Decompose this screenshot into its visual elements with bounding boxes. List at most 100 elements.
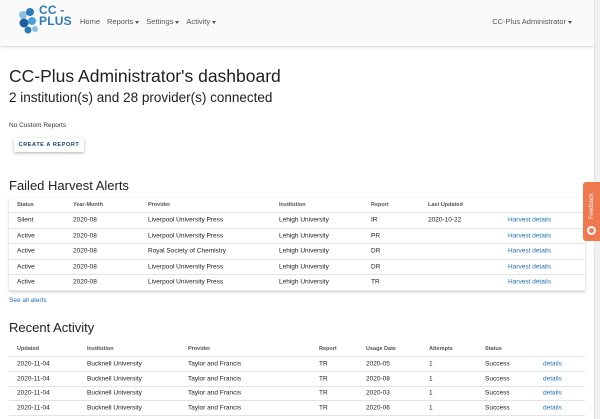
cell-provider: Taylor and Francis xyxy=(188,404,242,412)
cell-yearmonth: 2020-08 xyxy=(73,232,97,240)
feedback-icon xyxy=(587,226,596,235)
activity-details-link[interactable]: details xyxy=(543,360,562,367)
column-header[interactable]: Usage Date xyxy=(366,346,396,352)
top-navbar: CC - PLUS Home Reports Settings Activity… xyxy=(0,0,594,46)
table-row: Active 2020-08 Liverpool University Press L… xyxy=(9,229,585,244)
cell-institution: Lehigh University xyxy=(279,247,329,255)
cell-updated: 2020-10-22 xyxy=(428,216,462,224)
user-menu-label: CC-Plus Administrator xyxy=(492,17,566,26)
cell-status: Success xyxy=(485,389,510,397)
cell-provider: Liverpool University Press xyxy=(148,278,224,286)
cell-institution: Bucknell University xyxy=(87,389,142,397)
activity-details-link[interactable]: details xyxy=(543,375,562,382)
cell-status: Active xyxy=(17,278,35,286)
cell-updated: 2020-11-04 xyxy=(17,404,50,412)
cell-attempts: 1 xyxy=(429,360,433,368)
cell-report: DR xyxy=(371,247,381,255)
nav-home[interactable]: Home xyxy=(80,17,100,26)
column-header[interactable]: Status xyxy=(17,202,34,208)
cell-usage: 2020-06 xyxy=(366,404,390,412)
activity-heading: Recent Activity xyxy=(9,320,95,335)
cell-yearmonth: 2020-08 xyxy=(73,278,97,286)
table-row: Active 2020-08 Royal Society of Chemistry L… xyxy=(9,244,585,260)
main-nav: Home Reports Settings Activity xyxy=(80,17,217,26)
column-header[interactable]: Report xyxy=(319,346,337,352)
table-row: 2020-11-04 Bucknell University Taylor and … xyxy=(9,372,585,387)
column-header[interactable]: Updated xyxy=(17,346,39,352)
cell-report: IR xyxy=(371,216,378,224)
cell-institution: Bucknell University xyxy=(87,375,142,383)
cell-institution: Bucknell University xyxy=(87,404,142,412)
cell-institution: Lehigh University xyxy=(279,232,329,240)
feedback-tab[interactable]: Feedback xyxy=(583,182,600,241)
cell-provider: Taylor and Francis xyxy=(188,389,242,397)
create-report-button[interactable]: CREATE A REPORT xyxy=(14,138,84,152)
alerts-table: Status Year-Month Provider Institution Repor… xyxy=(9,198,585,291)
nav-settings[interactable]: Settings xyxy=(146,17,180,26)
cell-updated: 2020-11-04 xyxy=(17,389,50,397)
table-row: Silent 2020-08 Liverpool University Press L… xyxy=(9,213,585,229)
column-header[interactable]: Institution xyxy=(87,346,114,352)
cell-usage: 2020-08 xyxy=(366,375,390,383)
cell-yearmonth: 2020-08 xyxy=(73,263,97,271)
cell-provider: Royal Society of Chemistry xyxy=(148,247,227,255)
caret-down-icon xyxy=(135,20,140,24)
harvest-details-link[interactable]: Harvest details xyxy=(508,263,551,270)
column-header[interactable]: Provider xyxy=(188,346,210,352)
table-row: Active 2020-08 Liverpool University Press L… xyxy=(9,275,585,291)
cell-provider: Liverpool University Press xyxy=(148,263,224,271)
nav-settings-label: Settings xyxy=(146,17,174,26)
page-title: CC-Plus Administrator's dashboard xyxy=(9,66,281,86)
harvest-details-link[interactable]: Harvest details xyxy=(508,279,551,286)
column-header[interactable]: Last Updated xyxy=(428,202,463,208)
activity-details-link[interactable]: details xyxy=(543,405,562,412)
cell-status: Success xyxy=(485,404,510,412)
nav-activity-label: Activity xyxy=(186,17,211,26)
see-all-alerts-link[interactable]: See all alerts xyxy=(9,297,47,304)
cell-report: TR xyxy=(371,278,380,286)
cell-report: TR xyxy=(319,389,328,397)
column-header[interactable]: Provider xyxy=(148,202,170,208)
cell-status: Active xyxy=(17,232,35,240)
table-row: Active 2020-08 Liverpool University Press L… xyxy=(9,260,585,275)
harvest-details-link[interactable]: Harvest details xyxy=(508,217,551,224)
activity-details-link[interactable]: details xyxy=(543,390,562,397)
nav-reports[interactable]: Reports xyxy=(107,17,140,26)
cell-updated: 2020-11-04 xyxy=(17,360,50,368)
cell-status: Silent xyxy=(17,216,34,224)
cell-status: Success xyxy=(485,375,510,383)
column-header[interactable]: Status xyxy=(485,346,502,352)
cell-report: DR xyxy=(371,263,381,271)
cell-provider: Liverpool University Press xyxy=(148,232,224,240)
nav-activity[interactable]: Activity xyxy=(186,17,217,26)
user-menu[interactable]: CC-Plus Administrator xyxy=(492,17,572,26)
cell-report: PR xyxy=(371,232,381,240)
cell-report: TR xyxy=(319,404,328,412)
cell-provider: Liverpool University Press xyxy=(148,216,224,224)
cell-updated: 2020-11-04 xyxy=(17,375,50,383)
cell-provider: Taylor and Francis xyxy=(188,360,242,368)
harvest-details-link[interactable]: Harvest details xyxy=(508,248,551,255)
nav-reports-label: Reports xyxy=(107,17,134,26)
cell-usage: 2020-03 xyxy=(366,389,390,397)
column-header[interactable]: Year-Month xyxy=(73,202,103,208)
caret-down-icon xyxy=(568,20,572,24)
harvest-details-link[interactable]: Harvest details xyxy=(508,232,551,239)
column-header[interactable]: Report xyxy=(371,202,389,208)
cell-institution: Bucknell University xyxy=(87,360,142,368)
cell-usage: 2020-05 xyxy=(366,360,390,368)
caret-down-icon xyxy=(212,20,217,24)
cell-institution: Lehigh University xyxy=(279,263,329,271)
feedback-label: Feedback xyxy=(588,192,595,220)
caret-down-icon xyxy=(175,20,180,24)
column-header[interactable]: Attempts xyxy=(429,346,453,352)
column-header[interactable]: Institution xyxy=(279,202,306,208)
cell-status: Success xyxy=(485,360,510,368)
activity-table: Updated Institution Provider Report Usage Da… xyxy=(9,341,585,417)
cell-provider: Taylor and Francis xyxy=(188,375,242,383)
logo-line-2: PLUS xyxy=(39,14,72,28)
cell-report: TR xyxy=(319,360,328,368)
page-subtitle: 2 institution(s) and 28 provider(s) conn… xyxy=(9,90,273,105)
table-row: 2020-11-04 Bucknell University Taylor and … xyxy=(9,401,585,417)
cell-attempts: 1 xyxy=(429,404,433,412)
